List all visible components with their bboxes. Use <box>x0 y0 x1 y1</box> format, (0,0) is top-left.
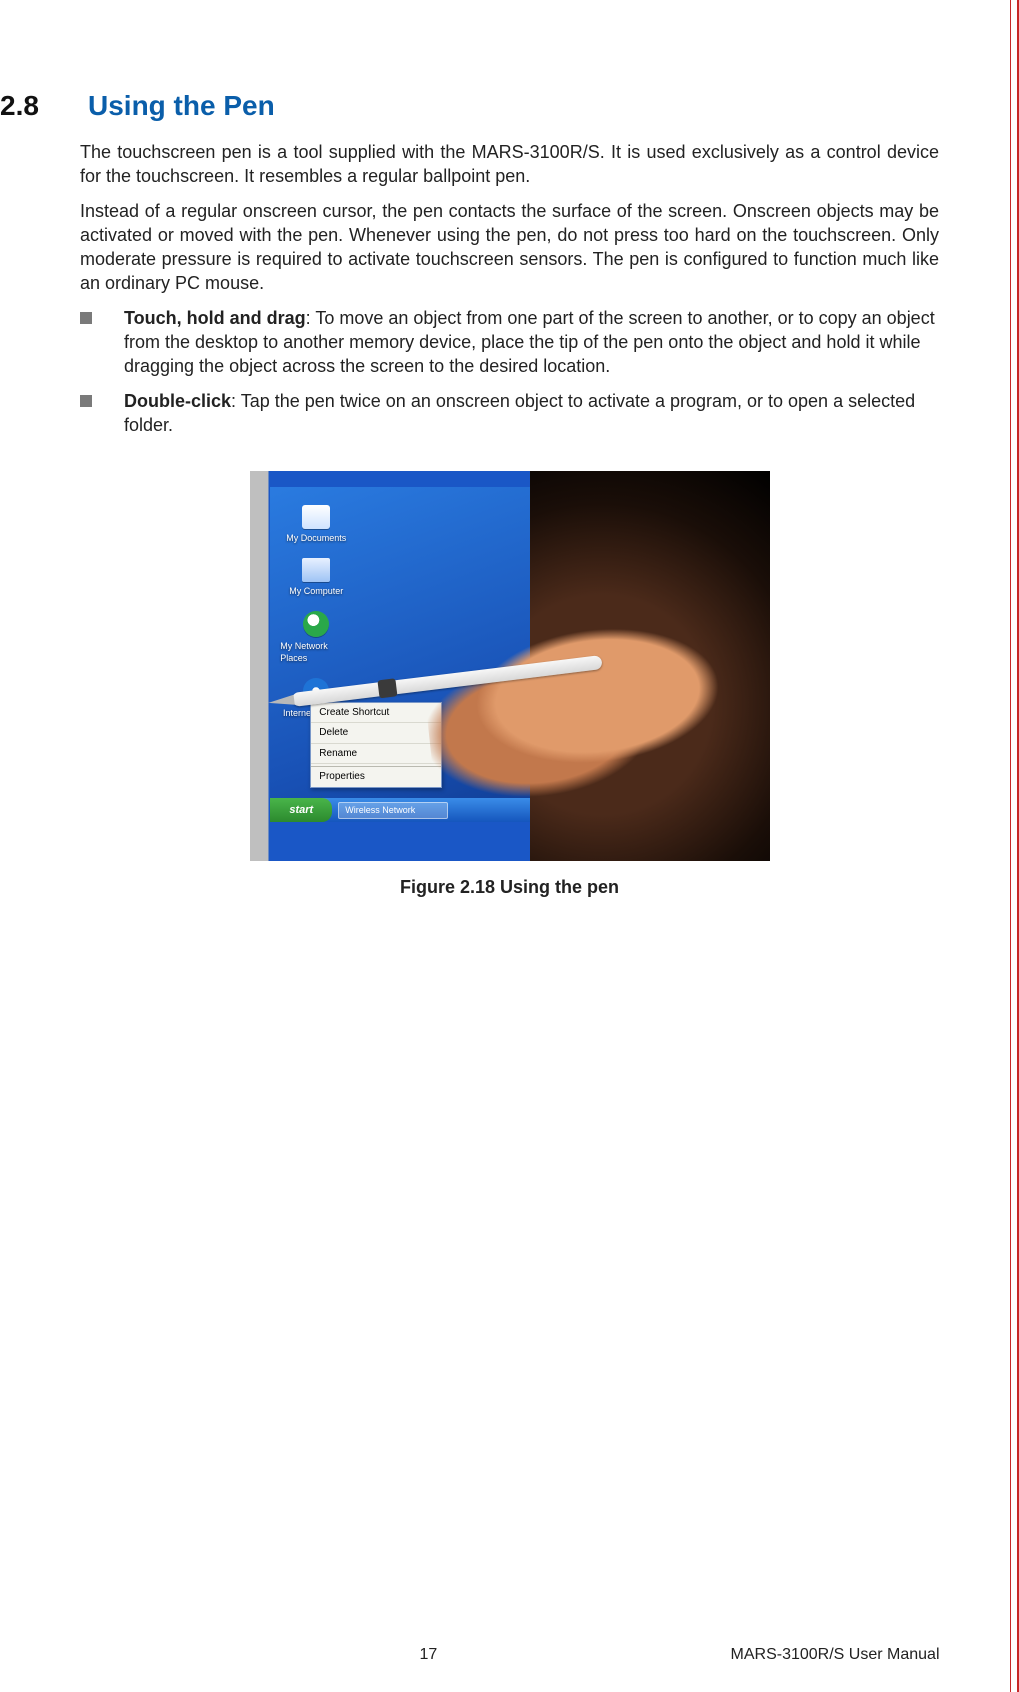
my-network-places-icon: My Network Places <box>280 611 352 664</box>
body-text: The touchscreen pen is a tool supplied w… <box>80 140 939 900</box>
bullet-text: : Tap the pen twice on an onscreen objec… <box>124 391 915 435</box>
figure-block: My Documents My Computer My Network Plac… <box>80 471 939 899</box>
bullet-lead: Double-click <box>124 391 231 411</box>
context-menu: Create Shortcut Delete Rename Properties <box>310 702 442 788</box>
page: 2.8 Using the Pen The touchscreen pen is… <box>0 0 1019 1692</box>
section-number: 2.8 <box>0 90 64 122</box>
paragraph-2: Instead of a regular onscreen cursor, th… <box>80 199 939 296</box>
menu-create-shortcut: Create Shortcut <box>311 703 441 724</box>
page-number: 17 <box>420 1646 438 1664</box>
my-computer-icon: My Computer <box>280 558 352 597</box>
paragraph-1: The touchscreen pen is a tool supplied w… <box>80 140 939 189</box>
bullet-double-click: Double-click: Tap the pen twice on an on… <box>80 389 939 438</box>
start-button: start <box>270 798 332 822</box>
bullet-lead: Touch, hold and drag <box>124 308 306 328</box>
figure-caption: Figure 2.18 Using the pen <box>400 875 619 899</box>
taskbar: start Wireless Network <box>270 798 551 822</box>
doc-title: MARS-3100R/S User Manual <box>731 1646 940 1664</box>
menu-properties: Properties <box>311 766 441 787</box>
section-heading: 2.8 Using the Pen <box>0 90 939 122</box>
page-footer: 17 MARS-3100R/S User Manual <box>0 1646 1019 1664</box>
taskbar-tile: Wireless Network <box>338 802 448 819</box>
menu-rename: Rename <box>311 744 441 765</box>
menu-delete: Delete <box>311 723 441 744</box>
section-title: Using the Pen <box>88 90 275 122</box>
hand-illustration <box>417 588 747 807</box>
page-border-right <box>1004 0 1019 1692</box>
bullet-list: Touch, hold and drag: To move an object … <box>80 306 939 437</box>
my-documents-icon: My Documents <box>280 505 352 544</box>
bullet-touch-hold-drag: Touch, hold and drag: To move an object … <box>80 306 939 379</box>
figure-image: My Documents My Computer My Network Plac… <box>250 471 770 861</box>
